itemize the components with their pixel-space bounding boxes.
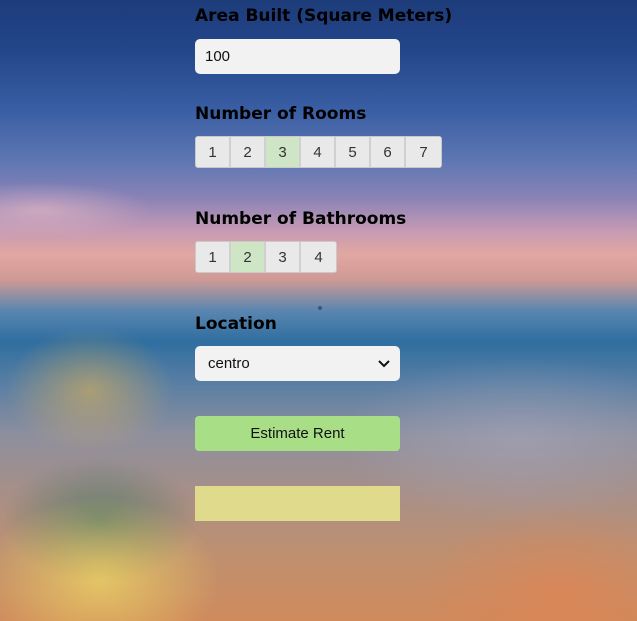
bathrooms-selector: 1234 xyxy=(195,241,337,273)
rooms-option-1[interactable]: 1 xyxy=(196,137,231,167)
location-selected-value: centro xyxy=(208,355,250,372)
rooms-option-2[interactable]: 2 xyxy=(231,137,266,167)
bathrooms-option-2[interactable]: 2 xyxy=(231,242,266,272)
chevron-down-icon xyxy=(378,358,390,370)
area-input-value: 100 xyxy=(205,48,231,65)
area-input[interactable]: 100 xyxy=(195,39,400,74)
rooms-option-3[interactable]: 3 xyxy=(266,137,301,167)
bathrooms-option-3[interactable]: 3 xyxy=(266,242,301,272)
rooms-option-6[interactable]: 6 xyxy=(371,137,406,167)
area-label: Area Built (Square Meters) xyxy=(195,6,453,26)
rooms-option-5[interactable]: 5 xyxy=(336,137,371,167)
bathrooms-option-4[interactable]: 4 xyxy=(301,242,336,272)
bathrooms-label: Number of Bathrooms xyxy=(195,209,407,229)
estimate-rent-button[interactable]: Estimate Rent xyxy=(195,416,400,451)
rooms-option-4[interactable]: 4 xyxy=(301,137,336,167)
result-box xyxy=(195,486,400,521)
bathrooms-option-1[interactable]: 1 xyxy=(196,242,231,272)
rooms-option-7[interactable]: 7 xyxy=(406,137,441,167)
background-dot xyxy=(318,306,322,310)
rooms-selector: 1234567 xyxy=(195,136,442,168)
rooms-label: Number of Rooms xyxy=(195,104,367,124)
location-label: Location xyxy=(195,314,277,334)
location-select[interactable]: centro xyxy=(195,346,400,381)
